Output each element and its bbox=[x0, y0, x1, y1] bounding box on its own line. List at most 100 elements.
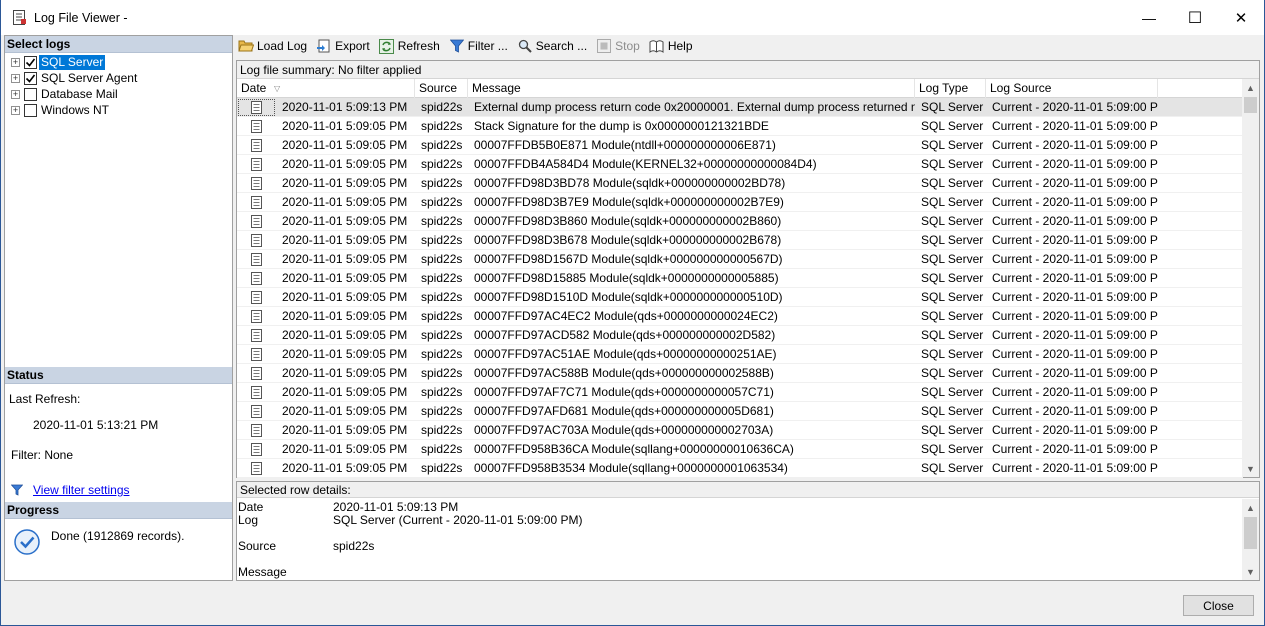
stop-icon bbox=[596, 38, 612, 54]
maximize-icon: ☐ bbox=[1187, 9, 1203, 27]
scroll-down-icon[interactable]: ▼ bbox=[1242, 563, 1259, 580]
table-row[interactable]: 2020-11-01 5:09:05 PM spid22s 00007FFD98D3… bbox=[237, 212, 1243, 231]
tree-label[interactable]: Windows NT bbox=[39, 103, 111, 118]
table-row[interactable]: 2020-11-01 5:09:05 PM spid22s 00007FFD98D3… bbox=[237, 231, 1243, 250]
tree-item-sql-server-agent[interactable]: + SQL Server Agent bbox=[5, 70, 232, 86]
title-bar: Log File Viewer - — ☐ ✕ bbox=[1, 0, 1264, 35]
tree-item-sql-server[interactable]: + SQL Server bbox=[5, 54, 232, 70]
log-summary: Log file summary: No filter applied bbox=[237, 61, 1259, 79]
scroll-up-icon[interactable]: ▲ bbox=[1242, 79, 1259, 96]
cell-date: 2020-11-01 5:09:05 PM bbox=[282, 308, 408, 323]
search-button[interactable]: Search ... bbox=[517, 36, 587, 56]
details-title: Selected row details: bbox=[237, 482, 1259, 498]
tree-label[interactable]: Database Mail bbox=[39, 87, 120, 102]
expand-icon[interactable]: + bbox=[11, 57, 20, 67]
log-entry-icon bbox=[237, 440, 276, 459]
detail-log-label: Log bbox=[238, 513, 259, 527]
cell-date: 2020-11-01 5:09:05 PM bbox=[282, 270, 408, 285]
progress-text: Done (1912869 records). bbox=[51, 529, 185, 543]
refresh-button[interactable]: Refresh bbox=[379, 36, 440, 56]
close-window-button[interactable]: ✕ bbox=[1218, 0, 1264, 35]
table-row[interactable]: 2020-11-01 5:09:05 PM spid22s 00007FFD98D3… bbox=[237, 193, 1243, 212]
table-row[interactable]: 2020-11-01 5:09:05 PM spid22s 00007FFD98D1… bbox=[237, 288, 1243, 307]
details-vertical-scrollbar[interactable]: ▲ ▼ bbox=[1242, 499, 1259, 580]
table-row[interactable]: 2020-11-01 5:09:13 PM spid22s External dum… bbox=[237, 98, 1243, 117]
cell-log-type: SQL Server bbox=[921, 308, 984, 323]
export-button[interactable]: Export bbox=[316, 36, 370, 56]
log-entry-icon bbox=[237, 174, 276, 193]
log-entry-icon bbox=[237, 459, 276, 478]
last-refresh-value: 2020-11-01 5:13:21 PM bbox=[33, 418, 159, 432]
help-label: Help bbox=[667, 39, 693, 53]
cell-log-source: Current - 2020-11-01 5:09:00 PM bbox=[992, 422, 1158, 437]
column-header-log-type[interactable]: Log Type bbox=[915, 79, 986, 98]
scroll-down-icon[interactable]: ▼ bbox=[1242, 460, 1259, 477]
expand-icon[interactable]: + bbox=[11, 89, 20, 99]
close-icon: ✕ bbox=[1234, 9, 1248, 27]
help-button[interactable]: Help bbox=[649, 36, 693, 56]
column-header-source[interactable]: Source bbox=[415, 79, 468, 98]
table-row[interactable]: 2020-11-01 5:09:05 PM spid22s 00007FFD98D1… bbox=[237, 250, 1243, 269]
cell-date: 2020-11-01 5:09:05 PM bbox=[282, 289, 408, 304]
log-file-viewer-window: Log File Viewer - — ☐ ✕ Select logs + SQ… bbox=[0, 0, 1265, 626]
table-row[interactable]: 2020-11-01 5:09:05 PM spid22s 00007FFD958B… bbox=[237, 459, 1243, 478]
cell-date: 2020-11-01 5:09:05 PM bbox=[282, 137, 408, 152]
table-row[interactable]: 2020-11-01 5:09:05 PM spid22s 00007FFD97AC… bbox=[237, 345, 1243, 364]
cell-message: External dump process return code 0x2000… bbox=[474, 99, 915, 114]
column-header-log-source[interactable]: Log Source bbox=[986, 79, 1158, 98]
log-entry-icon bbox=[237, 269, 276, 288]
grid-vertical-scrollbar[interactable]: ▲ ▼ bbox=[1242, 79, 1259, 477]
table-row[interactable]: 2020-11-01 5:09:05 PM spid22s 00007FFD97AC… bbox=[237, 364, 1243, 383]
column-header-message[interactable]: Message bbox=[468, 79, 915, 98]
cell-log-source: Current - 2020-11-01 5:09:00 PM bbox=[992, 308, 1158, 323]
close-button[interactable]: Close bbox=[1183, 595, 1254, 616]
tree-item-windows-nt[interactable]: + Windows NT bbox=[5, 102, 232, 118]
table-row[interactable]: 2020-11-01 5:09:05 PM spid22s 00007FFD958B… bbox=[237, 440, 1243, 459]
cell-log-type: SQL Server bbox=[921, 213, 984, 228]
stop-button[interactable]: Stop bbox=[596, 36, 640, 56]
filter-button[interactable]: Filter ... bbox=[449, 36, 508, 56]
filter-icon bbox=[449, 38, 465, 54]
expand-icon[interactable]: + bbox=[11, 73, 20, 83]
table-row[interactable]: 2020-11-01 5:09:05 PM spid22s 00007FFD97AC… bbox=[237, 421, 1243, 440]
tree-label[interactable]: SQL Server bbox=[39, 54, 106, 70]
column-header-date[interactable]: Date ▽ bbox=[237, 79, 415, 98]
cell-log-type: SQL Server bbox=[921, 441, 984, 456]
tree-label[interactable]: SQL Server Agent bbox=[39, 71, 139, 86]
sql-server-checkbox[interactable] bbox=[24, 55, 37, 69]
cell-log-type: SQL Server bbox=[921, 232, 984, 247]
grid-header: Date ▽ Source Message Log Type Log Sourc… bbox=[237, 79, 1243, 98]
scrollbar-thumb[interactable] bbox=[1244, 97, 1257, 113]
help-icon bbox=[649, 38, 665, 54]
cell-log-source: Current - 2020-11-01 5:09:00 PM bbox=[992, 289, 1158, 304]
table-row[interactable]: 2020-11-01 5:09:05 PM spid22s 00007FFD97AF… bbox=[237, 383, 1243, 402]
database-mail-checkbox[interactable] bbox=[24, 87, 37, 101]
sql-server-agent-checkbox[interactable] bbox=[24, 71, 37, 85]
table-row[interactable]: 2020-11-01 5:09:05 PM spid22s 00007FFD97AF… bbox=[237, 402, 1243, 421]
table-row[interactable]: 2020-11-01 5:09:05 PM spid22s 00007FFDB5B0… bbox=[237, 136, 1243, 155]
minimize-button[interactable]: — bbox=[1126, 0, 1172, 35]
cell-source: spid22s bbox=[421, 384, 463, 399]
table-row[interactable]: 2020-11-01 5:09:05 PM spid22s 00007FFD97AC… bbox=[237, 307, 1243, 326]
cell-date: 2020-11-01 5:09:05 PM bbox=[282, 156, 408, 171]
cell-log-source: Current - 2020-11-01 5:09:00 PM bbox=[992, 118, 1158, 133]
tree-item-database-mail[interactable]: + Database Mail bbox=[5, 86, 232, 102]
scrollbar-thumb[interactable] bbox=[1244, 517, 1257, 549]
scroll-up-icon[interactable]: ▲ bbox=[1242, 499, 1259, 516]
maximize-button[interactable]: ☐ bbox=[1172, 0, 1218, 35]
cell-log-type: SQL Server bbox=[921, 289, 984, 304]
left-pane: Select logs + SQL Server + SQL Server Ag… bbox=[4, 35, 233, 581]
table-row[interactable]: 2020-11-01 5:09:05 PM spid22s 00007FFD98D1… bbox=[237, 269, 1243, 288]
table-row[interactable]: 2020-11-01 5:09:05 PM spid22s 00007FFD97AC… bbox=[237, 326, 1243, 345]
table-row[interactable]: 2020-11-01 5:09:05 PM spid22s Stack Signat… bbox=[237, 117, 1243, 136]
view-filter-settings-link[interactable]: View filter settings bbox=[33, 483, 130, 497]
table-row[interactable]: 2020-11-01 5:09:05 PM spid22s 00007FFD98D3… bbox=[237, 174, 1243, 193]
cell-source: spid22s bbox=[421, 422, 463, 437]
log-grid: Log file summary: No filter applied Date… bbox=[236, 60, 1260, 478]
expand-icon[interactable]: + bbox=[11, 105, 20, 115]
windows-nt-checkbox[interactable] bbox=[24, 103, 37, 117]
table-row[interactable]: 2020-11-01 5:09:05 PM spid22s 00007FFDB4A5… bbox=[237, 155, 1243, 174]
detail-source-value: spid22s bbox=[333, 539, 375, 553]
load-log-button[interactable]: Load Log bbox=[238, 36, 307, 56]
cell-source: spid22s bbox=[421, 232, 463, 247]
